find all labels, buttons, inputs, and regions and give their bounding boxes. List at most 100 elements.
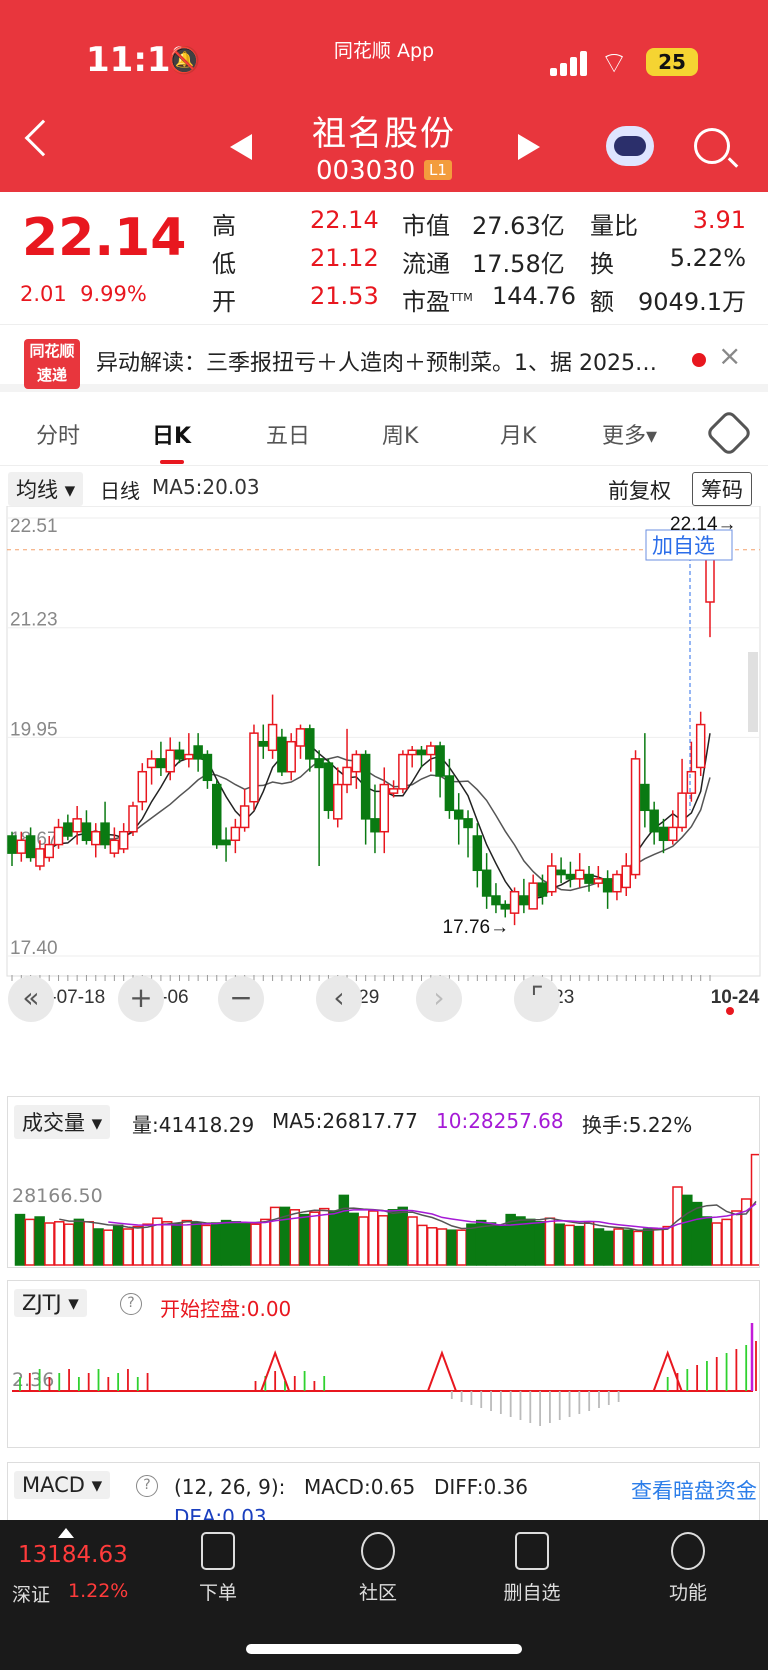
candle	[677, 792, 687, 829]
candle	[360, 753, 371, 820]
candle	[165, 749, 175, 773]
tab-daily-k[interactable]: 日K	[152, 418, 191, 450]
battery-icon: 25	[646, 48, 698, 76]
candle	[593, 878, 604, 884]
help-icon[interactable]: ?	[120, 1293, 142, 1315]
news-text[interactable]: 异动解读：三季报扭亏＋人造肉＋预制菜。1、据 2025…	[96, 345, 666, 377]
volume-bar	[721, 1218, 732, 1266]
volume-bar	[269, 1206, 281, 1266]
candle	[584, 873, 594, 884]
candle	[686, 770, 697, 794]
volume-bar	[54, 1221, 65, 1266]
volume-bar	[368, 1210, 379, 1266]
scroll-left-icon[interactable]: «	[8, 976, 54, 1022]
zjtj-panel: ZJTJ ▾ ? 开始控盘:0.00 2.36	[7, 1280, 760, 1448]
zoom-in-icon[interactable]: +	[118, 976, 164, 1022]
candle	[239, 805, 250, 829]
next-icon[interactable]: ›	[416, 976, 462, 1022]
volume-bar	[544, 1217, 556, 1266]
order-icon	[201, 1532, 235, 1570]
candle	[537, 882, 548, 897]
next-stock-button[interactable]	[518, 134, 540, 160]
candle	[63, 822, 73, 837]
volume-bar	[554, 1223, 565, 1266]
last-price: 22.14	[22, 208, 187, 268]
macd-value: MACD:0.65	[304, 1475, 416, 1499]
label-turnover: 换	[590, 250, 614, 278]
candle	[519, 895, 529, 906]
signal-icon	[550, 50, 590, 76]
ma-dropdown[interactable]: 均线 ▾	[8, 472, 84, 506]
candle	[435, 745, 445, 777]
news-banner[interactable]: 同花顺 速递 异动解读：三季报扭亏＋人造肉＋预制菜。1、据 2025… ×	[0, 324, 768, 392]
index-value[interactable]: 13184.63	[18, 1542, 128, 1568]
volume-bar	[44, 1222, 55, 1266]
chart-border	[6, 506, 761, 977]
community-star-icon	[361, 1532, 395, 1570]
nav-community[interactable]: 社区	[318, 1532, 438, 1605]
current-dot	[726, 1007, 734, 1015]
candle	[44, 843, 54, 859]
candle	[249, 732, 259, 803]
volume-bar	[682, 1194, 693, 1266]
macd-dropdown[interactable]: MACD ▾	[14, 1471, 111, 1499]
adjust-toggle[interactable]: 前复权	[608, 475, 671, 505]
candle	[668, 826, 678, 842]
volume-value: 量:41418.29	[132, 1113, 255, 1137]
volume-bar	[211, 1222, 222, 1266]
ai-robot-icon[interactable]	[606, 126, 654, 166]
volume-panel: 成交量 ▾ 量:41418.29 MA5:26817.77 10:28257.6…	[7, 1096, 760, 1268]
label-high: 高	[212, 212, 236, 240]
help-icon[interactable]: ?	[136, 1475, 158, 1497]
search-icon[interactable]	[694, 128, 730, 164]
volume-bar	[112, 1224, 124, 1266]
kline-chart[interactable]: 22.5121.2319.9518.6717.40加自选22.14→17.76→…	[0, 506, 768, 1076]
volume-bar	[14, 1213, 26, 1266]
volume-bar	[407, 1216, 418, 1266]
candle	[305, 728, 315, 760]
volume-dropdown[interactable]: 成交量 ▾	[14, 1105, 111, 1139]
nav-remove-watch[interactable]: 删自选	[472, 1532, 592, 1605]
prev-icon[interactable]: ‹	[316, 976, 362, 1022]
fullscreen-icon[interactable]: ⌜	[514, 976, 560, 1022]
volume-bar	[142, 1223, 153, 1266]
tab-five-day[interactable]: 五日	[266, 418, 310, 450]
candle	[81, 822, 92, 842]
dark-pool-link[interactable]: 查看暗盘资金	[631, 1475, 757, 1505]
volume-bar	[73, 1218, 85, 1266]
y-tick-label: 21.23	[10, 610, 58, 631]
candle	[211, 783, 222, 846]
nav-functions[interactable]: 功能	[628, 1532, 748, 1605]
volume-bar	[436, 1228, 448, 1266]
candle	[612, 873, 622, 893]
volume-bar	[642, 1228, 654, 1266]
candle	[472, 835, 483, 872]
candle	[314, 758, 324, 769]
tab-more[interactable]: 更多▾	[602, 418, 657, 450]
candle	[277, 736, 287, 773]
close-icon[interactable]: ×	[718, 339, 741, 372]
candle	[621, 865, 631, 889]
zoom-out-icon[interactable]: −	[218, 976, 264, 1022]
candle	[574, 869, 585, 880]
candle	[146, 758, 157, 769]
candle	[444, 775, 455, 812]
candle	[640, 783, 650, 812]
volume-bar	[299, 1213, 310, 1266]
tab-weekly-k[interactable]: 周K	[382, 418, 418, 450]
tab-intraday[interactable]: 分时	[36, 418, 80, 450]
settings-icon[interactable]	[704, 408, 754, 458]
candle	[379, 783, 390, 833]
candle	[407, 749, 417, 756]
tab-monthly-k[interactable]: 月K	[500, 418, 536, 450]
zjtj-dropdown[interactable]: ZJTJ ▾	[14, 1289, 87, 1317]
volume-chart	[14, 1153, 759, 1266]
volume-turnover: 换手:5.22%	[582, 1113, 693, 1137]
macd-panel: MACD ▾ ? (12, 26, 9): MACD:0.65 DIFF:0.3…	[7, 1462, 760, 1529]
chip-button[interactable]: 筹码	[692, 472, 752, 506]
candle	[500, 903, 511, 910]
up-arrow-icon	[58, 1528, 74, 1538]
scrollbar-thumb	[748, 652, 758, 732]
volume-bar	[318, 1207, 330, 1266]
nav-order[interactable]: 下单	[158, 1532, 278, 1605]
